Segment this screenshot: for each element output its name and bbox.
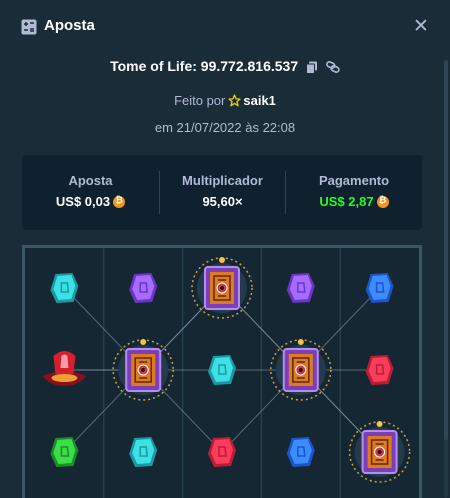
slot-reels <box>42 248 411 498</box>
bet-label: Aposta <box>68 173 113 188</box>
purple-gem-icon <box>286 273 315 303</box>
bitcoin-icon <box>376 195 389 208</box>
green-gem-icon <box>50 437 79 467</box>
link-icon[interactable] <box>326 61 340 74</box>
book-scatter-icon <box>191 257 253 319</box>
slot-result-board <box>22 245 422 498</box>
made-by: Feito por saik1 <box>0 93 450 108</box>
cyan-gem-icon <box>50 273 79 303</box>
payout-value-row: US$ 2,87 <box>286 194 422 209</box>
stat-multiplier: Multiplicador 95,60× <box>160 155 285 230</box>
payout-value: US$ 2,87 <box>319 194 374 209</box>
made-by-label: Feito por <box>174 93 226 108</box>
game-id-text: Tome of Life: 99.772.816.537 <box>110 58 299 74</box>
username-link[interactable]: saik1 <box>243 93 276 108</box>
bitcoin-icon <box>113 195 126 208</box>
modal-header: Aposta ✕ <box>0 0 450 54</box>
blue-gem-icon <box>365 273 394 303</box>
blue-gem-icon <box>286 437 315 467</box>
stat-payout: Pagamento US$ 2,87 <box>286 155 422 230</box>
red-gem-icon <box>365 355 394 385</box>
bet-date: em 21/07/2022 às 22:08 <box>154 120 296 135</box>
cyan-gem-icon <box>208 355 236 385</box>
bet-details-modal: Aposta ✕ Tome of Life: 99.772.816.537 Fe… <box>0 0 450 498</box>
close-icon[interactable]: ✕ <box>413 17 429 36</box>
cyan-gem-icon <box>129 437 158 467</box>
copy-icon[interactable] <box>306 61 318 74</box>
bet-value: US$ 0,03 <box>55 194 111 209</box>
modal-title: Aposta <box>44 17 95 34</box>
purple-gem-icon <box>129 273 158 303</box>
stat-bet: Aposta US$ 0,03 <box>22 155 159 230</box>
scrollbar-thumb[interactable] <box>444 60 448 440</box>
red-chalice-icon <box>42 351 87 386</box>
multiplier-label: Multiplicador <box>182 173 263 188</box>
game-id-line: Tome of Life: 99.772.816.537 <box>0 58 450 74</box>
payout-label: Pagamento <box>318 173 390 188</box>
red-gem-icon <box>208 437 236 467</box>
bet-value-row: US$ 0,03 <box>22 194 159 209</box>
star-icon <box>228 94 241 107</box>
bet-stats-panel: Aposta US$ 0,03 Multiplicador 95,60× Pag… <box>22 155 422 230</box>
multiplier-value: 95,60× <box>202 194 243 209</box>
bet-slip-icon <box>21 19 37 35</box>
